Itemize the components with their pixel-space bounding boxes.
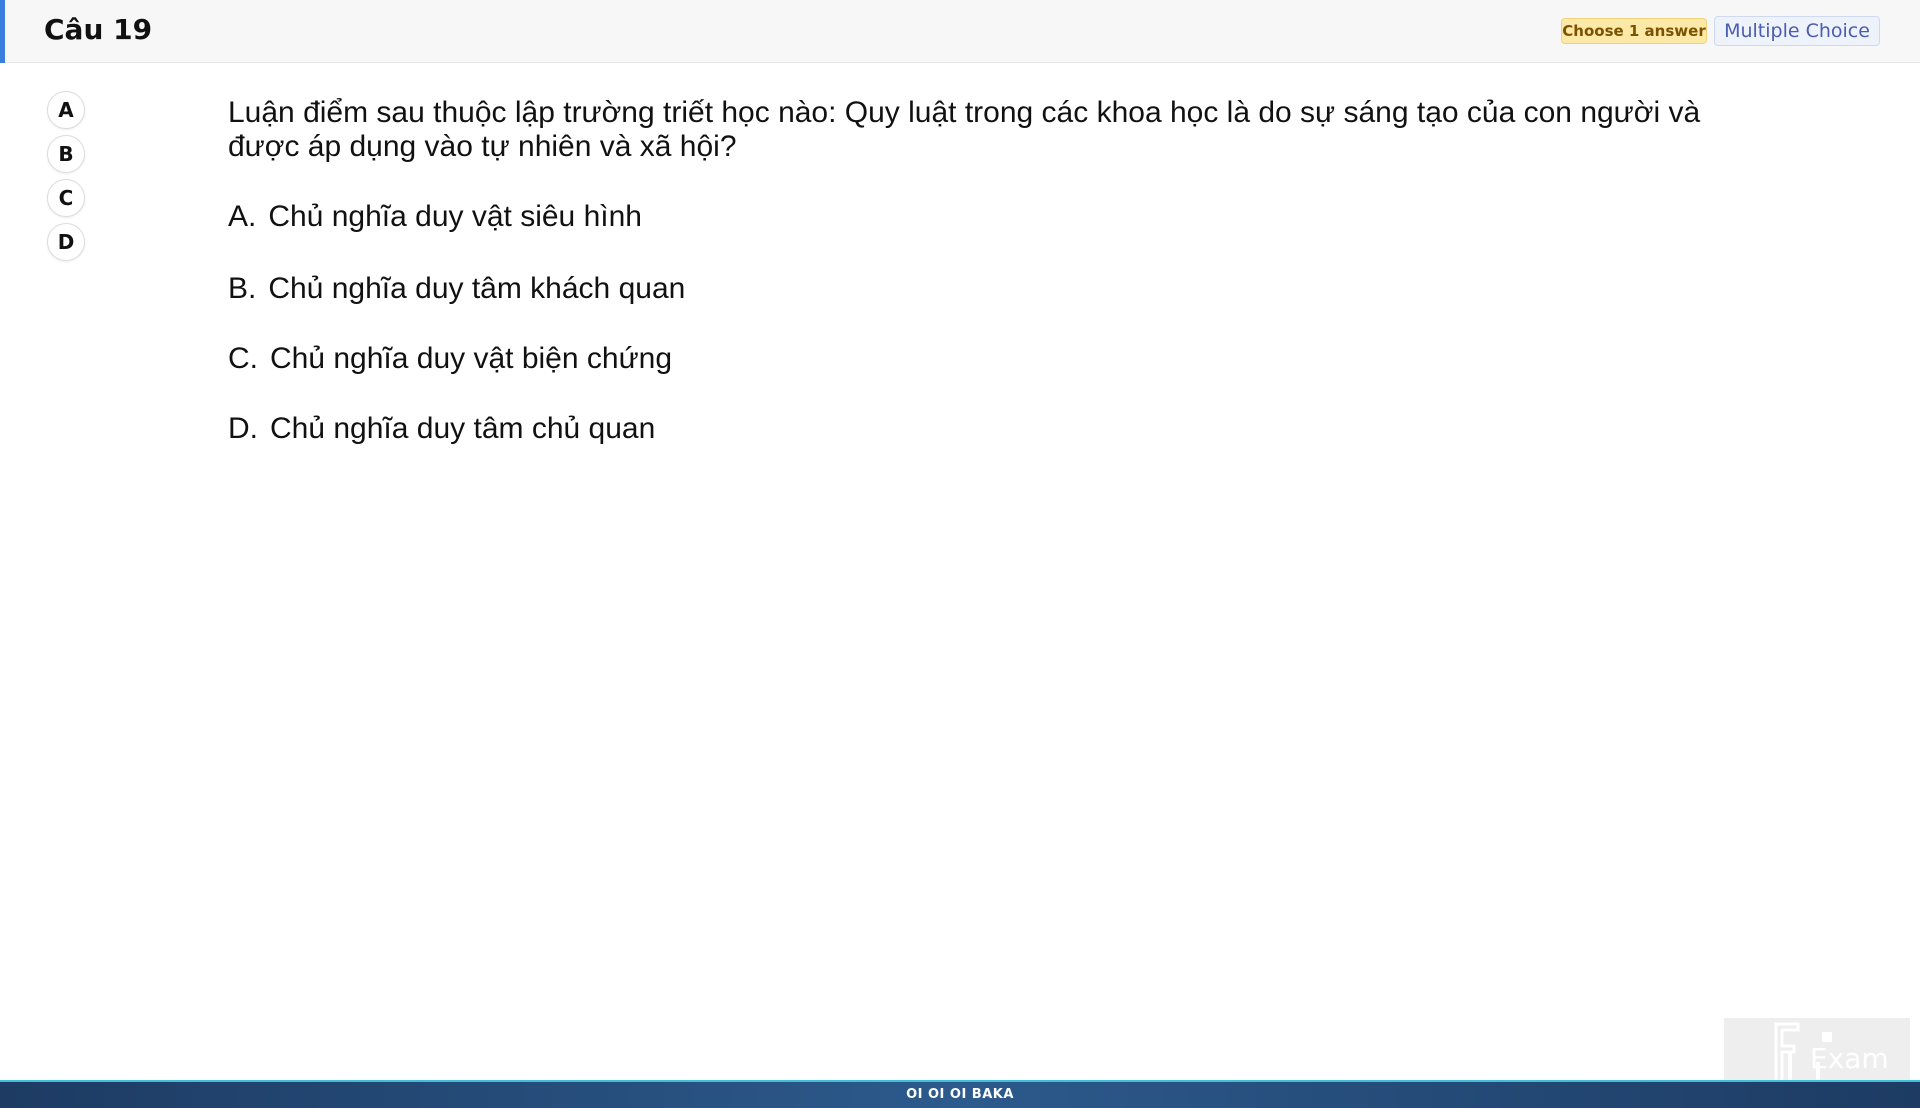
question-text: Luận điểm sau thuộc lập trường triết học… (228, 96, 1701, 163)
option-d: D. Chủ nghĩa duy tâm chủ quan (228, 412, 655, 446)
option-b: B. Chủ nghĩa duy tâm khách quan (228, 272, 685, 306)
option-text: Chủ nghĩa duy vật biện chứng (270, 342, 673, 375)
option-letter: D. (228, 412, 258, 445)
option-text: Chủ nghĩa duy tâm chủ quan (270, 412, 656, 445)
footer-bar: OI OI OI BAKA (0, 1080, 1920, 1108)
option-letter: A. (228, 200, 257, 233)
answer-button-c[interactable]: C (47, 179, 85, 217)
option-c: C. Chủ nghĩa duy vật biện chứng (228, 342, 672, 376)
footer-text: OI OI OI BAKA (906, 1087, 1014, 1102)
question-type-badge: Multiple Choice (1714, 16, 1880, 46)
option-letter: C. (228, 342, 258, 375)
option-a: A. Chủ nghĩa duy vật siêu hình (228, 200, 642, 234)
option-text: Chủ nghĩa duy tâm khách quan (268, 272, 686, 305)
option-letter: B. (228, 272, 257, 305)
answer-button-b[interactable]: B (47, 135, 85, 173)
header-accent-bar (0, 0, 5, 63)
choose-answer-badge: Choose 1 answer (1561, 18, 1707, 44)
question-header: Câu 19 Choose 1 answer Multiple Choice (0, 0, 1920, 63)
logo-text: Exam (1810, 1042, 1889, 1075)
answer-button-a[interactable]: A (47, 91, 85, 129)
question-title: Câu 19 (44, 13, 153, 46)
option-text: Chủ nghĩa duy vật siêu hình (268, 200, 642, 233)
answer-button-d[interactable]: D (47, 223, 85, 261)
